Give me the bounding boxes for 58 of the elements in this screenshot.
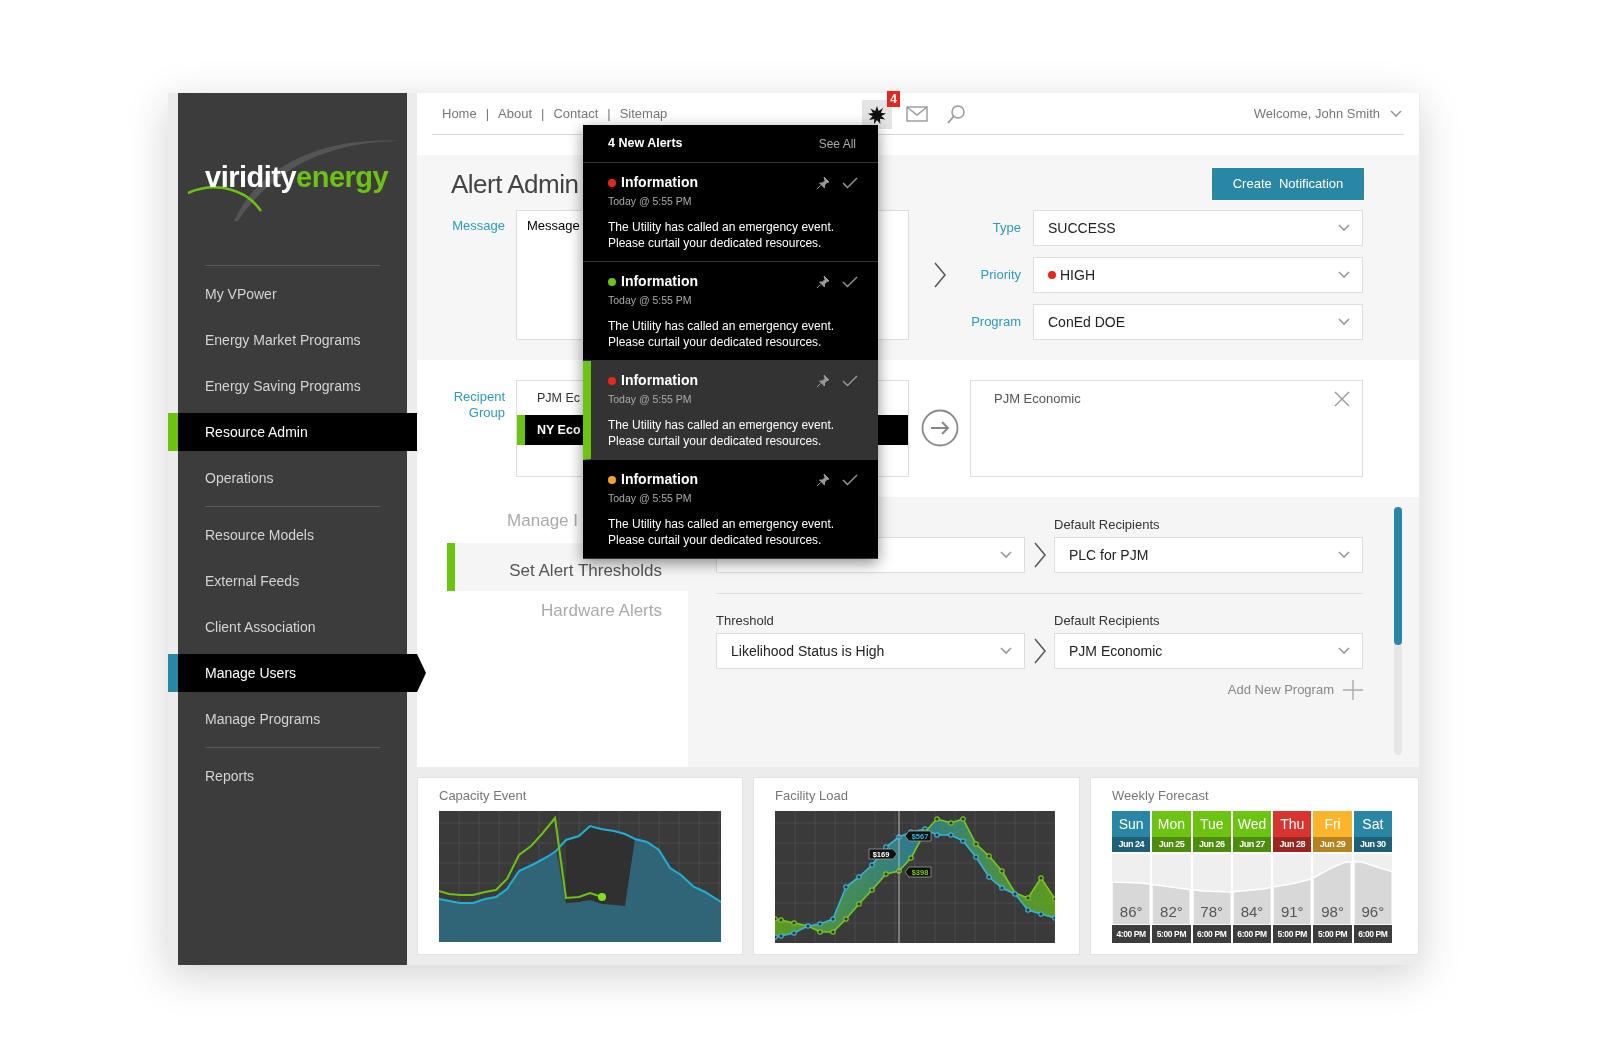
alert-count-badge: 4 [887,91,900,107]
alert-message: The Utility has called an emergency event. Please curtail your dedicated resources. [608,317,836,350]
alert-title: Information [621,173,698,192]
temperature: 82° [1160,901,1183,922]
day-label: Wed [1232,811,1272,837]
time-label: 4:00 PM [1112,925,1151,943]
alert-message: The Utility has called an emergency event. Please curtail your dedicated resources. [608,416,836,449]
field-label: Priority [979,266,1021,285]
card-title: Facility Load [775,787,849,802]
field-label: Recipent Group [452,388,505,422]
date-label: Jun 28 [1273,837,1312,852]
day-label: Tue [1192,811,1231,837]
field-label: Program [970,313,1021,332]
card-title: Weekly Forecast [1112,787,1210,802]
alert-message: The Utility has called an emergency event. Please curtail your dedicated resources. [608,218,836,251]
alert-time: Today @ 5:55 PM [608,491,693,506]
popup-title: 4 New Alerts [608,135,683,153]
alert-time: Today @ 5:55 PM [608,392,693,407]
temperature: 78° [1200,901,1224,922]
welcome-text: Welcome, John Smith [1253,104,1380,123]
page-title: Alert Admin [451,167,579,201]
day-label: Sun [1112,811,1151,837]
time-label: 5:00 PM [1273,925,1312,943]
date-label: Jun 24 [1112,837,1151,852]
field-label: Threshold [716,612,775,627]
temperature: 91° [1280,901,1304,922]
date-label: Jun 27 [1232,837,1272,852]
date-label: Jun 30 [1353,837,1392,852]
time-label: 6:00 PM [1192,925,1231,943]
date-label: Jun 25 [1152,837,1191,852]
field-label: Type [991,219,1021,238]
field-label: Default Recipients [1054,612,1161,627]
time-label: 5:00 PM [1152,925,1191,943]
nav-separator: | [541,104,545,123]
alert-title: Information [621,371,698,390]
temperature: 84° [1240,901,1264,922]
alert-title: Information [621,272,698,291]
day-label: Thu [1273,811,1312,837]
card-title: Capacity Event [439,787,528,802]
temperature: 86° [1119,901,1143,922]
date-label: Jun 26 [1192,837,1231,852]
date-label: Jun 29 [1313,837,1352,852]
field-label: Default Recipients [1054,516,1161,531]
nav-separator: | [607,104,611,123]
day-label: Sat [1353,811,1392,837]
temperature: 98° [1321,901,1344,922]
chosen-item: PJM Economic [994,390,1082,408]
time-label: 5:00 PM [1313,925,1352,943]
alert-time: Today @ 5:55 PM [608,293,693,308]
alert-title: Information [621,470,698,489]
nav-separator: | [485,104,490,123]
alert-time: Today @ 5:55 PM [608,194,693,209]
day-label: Fri [1313,811,1352,837]
field-label: Message [451,217,505,235]
time-label: 6:00 PM [1232,925,1272,943]
day-label: Mon [1152,811,1191,837]
time-label: 6:00 PM [1353,925,1392,943]
temperature: 96° [1361,901,1385,922]
